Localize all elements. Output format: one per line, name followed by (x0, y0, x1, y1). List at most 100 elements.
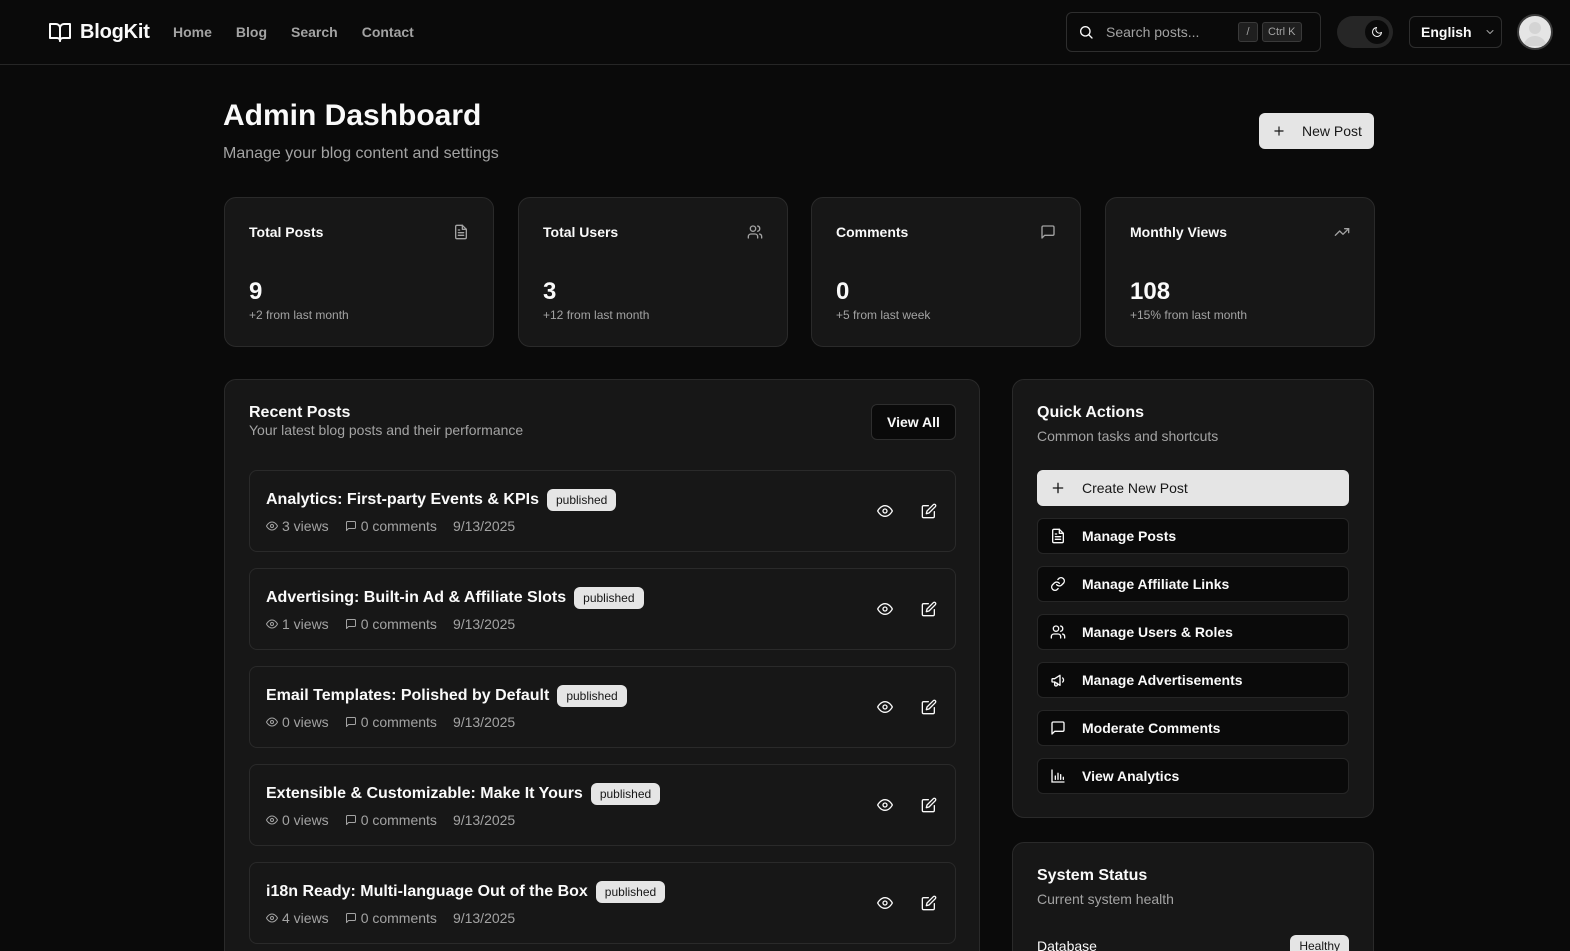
post-title[interactable]: Extensible & Customizable: Make It Yours (266, 785, 583, 803)
create-new-post-button[interactable]: Create New Post (1037, 470, 1349, 506)
post-views: 3 views (282, 518, 329, 534)
nav-link-contact[interactable]: Contact (362, 22, 414, 42)
comment-icon (345, 815, 356, 825)
nav-link-blog[interactable]: Blog (236, 22, 267, 42)
quick-action-label: Manage Advertisements (1082, 672, 1243, 688)
post-item: i18n Ready: Multi-language Out of the Bo… (249, 862, 956, 944)
post-views: 0 views (282, 714, 329, 730)
status-badge: published (595, 881, 666, 903)
shortcut-ctrl-k-kbd: Ctrl K (1262, 22, 1302, 42)
eye-icon (877, 602, 893, 616)
page-subtitle: Manage your blog content and settings (223, 145, 499, 162)
plus-icon (1052, 482, 1064, 494)
edit-post-button[interactable] (919, 499, 939, 523)
new-post-button[interactable]: New Post (1259, 113, 1374, 149)
book-open-icon (49, 23, 71, 42)
post-title[interactable]: i18n Ready: Multi-language Out of the Bo… (266, 883, 588, 901)
system-status-title: System Status (1037, 867, 1148, 884)
stat-title: Total Posts (249, 224, 324, 240)
edit-post-button[interactable] (919, 597, 939, 621)
post-comments: 0 comments (360, 518, 437, 534)
eye-icon (877, 504, 893, 518)
view-all-button[interactable]: View All (871, 404, 956, 440)
chevron-down-icon (1486, 30, 1494, 34)
status-badge: published (590, 783, 661, 805)
post-item: Extensible & Customizable: Make It Yours… (249, 764, 956, 846)
edit-icon (921, 895, 937, 911)
language-select[interactable]: English (1409, 16, 1502, 48)
stat-card-total-users: Total Users 3 +12 from last month (518, 197, 788, 347)
stat-card-comments: Comments 0 +5 from last week (811, 197, 1081, 347)
eye-icon (266, 619, 278, 629)
stat-note: +12 from last month (543, 308, 650, 322)
post-title[interactable]: Advertising: Built-in Ad & Affiliate Slo… (266, 589, 566, 607)
eye-icon (266, 815, 278, 825)
nav-link-search[interactable]: Search (291, 22, 338, 42)
post-title[interactable]: Email Templates: Polished by Default (266, 687, 549, 705)
link-icon (1051, 577, 1065, 591)
eye-icon (266, 913, 278, 923)
view-post-button[interactable] (875, 597, 895, 621)
manage-posts-button[interactable]: Manage Posts (1037, 518, 1349, 554)
theme-toggle-knob (1365, 20, 1389, 44)
edit-post-button[interactable] (919, 891, 939, 915)
status-badge: published (574, 587, 644, 609)
post-date: 9/13/2025 (452, 812, 516, 828)
manage-advertisements-button[interactable]: Manage Advertisements (1037, 662, 1349, 698)
nav-link-home[interactable]: Home (173, 22, 212, 42)
quick-action-label: Create New Post (1082, 480, 1188, 496)
edit-icon (921, 699, 937, 715)
edit-icon (921, 601, 937, 617)
stat-title: Comments (836, 224, 909, 240)
view-post-button[interactable] (875, 891, 895, 915)
view-post-button[interactable] (875, 793, 895, 817)
new-post-label: New Post (1302, 123, 1362, 139)
quick-actions-card: Quick Actions Common tasks and shortcuts… (1012, 379, 1374, 818)
user-avatar[interactable] (1517, 14, 1553, 50)
stat-note: +2 from last month (249, 308, 349, 322)
manage-affiliate-links-button[interactable]: Manage Affiliate Links (1037, 566, 1349, 602)
stat-value: 9 (249, 278, 263, 305)
main-nav: Home Blog Search Contact (173, 22, 414, 42)
recent-posts-card: Recent Posts Your latest blog posts and … (224, 379, 980, 951)
system-status-card: System Status Current system health Data… (1012, 842, 1374, 951)
post-title[interactable]: Analytics: First-party Events & KPIs (266, 491, 539, 509)
user-icon (1523, 22, 1547, 46)
megaphone-icon (1051, 674, 1065, 687)
post-date: 9/13/2025 (452, 616, 516, 632)
post-item: Advertising: Built-in Ad & Affiliate Slo… (249, 568, 956, 650)
manage-users-roles-button[interactable]: Manage Users & Roles (1037, 614, 1349, 650)
moderate-comments-button[interactable]: Moderate Comments (1037, 710, 1349, 746)
status-badge: published (546, 489, 617, 511)
status-badge: published (557, 685, 627, 707)
view-post-button[interactable] (875, 499, 895, 523)
comment-icon (345, 619, 356, 629)
post-comments: 0 comments (360, 616, 437, 632)
stat-title: Total Users (543, 224, 619, 240)
status-row-database: Database Healthy (1037, 935, 1349, 951)
post-item: Email Templates: Polished by Default pub… (249, 666, 956, 748)
eye-icon (266, 521, 278, 531)
recent-posts-subtitle: Your latest blog posts and their perform… (249, 422, 524, 438)
brand-logo-link[interactable]: BlogKit (48, 20, 150, 44)
search-icon (1080, 26, 1093, 39)
bar-chart-icon (1051, 769, 1065, 783)
stat-card-total-posts: Total Posts 9 +2 from last month (224, 197, 494, 347)
stat-title: Monthly Views (1130, 224, 1227, 240)
top-navbar: BlogKit Home Blog Search Contact Search … (0, 0, 1570, 65)
trending-up-icon (1334, 228, 1350, 236)
status-label: Database (1037, 938, 1097, 951)
stat-note: +5 from last week (836, 308, 931, 322)
view-post-button[interactable] (875, 695, 895, 719)
post-views: 0 views (282, 812, 329, 828)
stat-note: +15% from last month (1130, 308, 1248, 322)
post-date: 9/13/2025 (452, 910, 516, 926)
edit-post-button[interactable] (919, 793, 939, 817)
edit-post-button[interactable] (919, 695, 939, 719)
message-icon (1041, 225, 1055, 239)
view-analytics-button[interactable]: View Analytics (1037, 758, 1349, 794)
language-value: English (1421, 24, 1472, 40)
stat-card-monthly-views: Monthly Views 108 +15% from last month (1105, 197, 1375, 347)
theme-toggle[interactable] (1337, 16, 1393, 48)
search-input[interactable]: Search posts... / Ctrl K (1066, 12, 1321, 52)
